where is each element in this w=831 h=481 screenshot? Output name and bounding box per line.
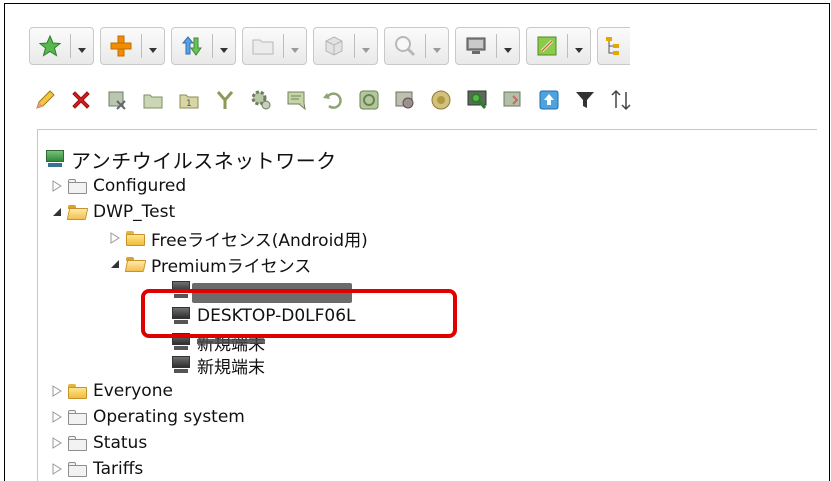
group-icon[interactable] [139, 86, 167, 114]
antivirus-network-panel: 1 アンチウイルスネットワーク Configured DWP_Test Free… [4, 3, 830, 481]
favorites-dropdown-button[interactable] [29, 27, 94, 65]
open-folder-icon [66, 204, 89, 220]
chevron-down-icon[interactable] [497, 28, 519, 64]
folder-icon [68, 435, 87, 451]
chevron-down-icon[interactable] [213, 28, 235, 64]
plus-icon [101, 28, 141, 64]
tree-item-everyone[interactable]: Everyone [50, 379, 173, 403]
chevron-down-icon[interactable] [568, 28, 590, 64]
tree-item-label: Everyone [93, 381, 173, 401]
tree-item-configured[interactable]: Configured [50, 174, 186, 198]
add-dropdown-button[interactable] [100, 27, 165, 65]
tree-item-label: DWP_Test [93, 202, 176, 222]
settings-icon[interactable] [247, 86, 275, 114]
import-export-dropdown-button[interactable] [171, 27, 236, 65]
expand-arrow-icon[interactable] [108, 231, 122, 245]
merge-icon[interactable] [211, 86, 239, 114]
expand-arrow-icon[interactable] [50, 179, 64, 193]
collapse-arrow-icon[interactable] [108, 257, 122, 271]
open-folder-icon [124, 256, 147, 272]
folder-dropdown-button[interactable] [242, 27, 307, 65]
tree-item-label: Freeライセンス(Android用) [151, 230, 368, 251]
tree-root[interactable]: アンチウイルスネットワーク [45, 147, 337, 173]
tree-item-operating-system[interactable]: Operating system [50, 405, 245, 429]
scan-icon[interactable] [463, 86, 491, 114]
folder-icon [68, 461, 87, 477]
station-dropdown-button[interactable] [455, 27, 520, 65]
edit-dropdown-button[interactable] [526, 27, 591, 65]
collapse-arrow-icon[interactable] [50, 205, 64, 219]
update-icon[interactable] [355, 86, 383, 114]
chevron-down-icon[interactable] [71, 28, 93, 64]
tree-layout-button[interactable] [597, 27, 630, 65]
remove-filter-icon[interactable] [103, 86, 131, 114]
chevron-down-icon[interactable] [426, 28, 448, 64]
chevron-down-icon[interactable] [142, 28, 164, 64]
svg-text:1: 1 [186, 99, 192, 109]
star-icon [30, 28, 70, 64]
tree-root-label: アンチウイルスネットワーク [71, 148, 337, 173]
tree-item-label: Premiumライセンス [151, 256, 312, 277]
restore-icon[interactable] [319, 86, 347, 114]
component-dropdown-button[interactable] [313, 27, 378, 65]
expand-arrow-icon[interactable] [50, 462, 64, 476]
expand-arrow-icon[interactable] [50, 384, 64, 398]
delete-icon[interactable] [67, 86, 95, 114]
tree-item-label: Operating system [93, 407, 245, 427]
folder-icon [68, 409, 87, 425]
virus-icon[interactable] [391, 86, 419, 114]
main-toolbar [29, 27, 630, 67]
filter-icon[interactable] [571, 86, 599, 114]
message-icon[interactable] [283, 86, 311, 114]
tree-item-label: 新規端末 [197, 357, 265, 378]
import-export-icon [172, 28, 212, 64]
expand-arrow-icon[interactable] [50, 410, 64, 424]
chevron-down-icon[interactable] [355, 28, 377, 64]
cube-icon [314, 28, 354, 64]
history-icon[interactable] [499, 86, 527, 114]
tree-item-status[interactable]: Status [50, 431, 147, 455]
group-one-icon[interactable]: 1 [175, 86, 203, 114]
folder-icon [68, 383, 87, 399]
sort-icon[interactable] [607, 86, 635, 114]
monitor-icon [456, 28, 496, 64]
computer-icon [171, 356, 191, 374]
upload-icon[interactable] [535, 86, 563, 114]
tree-item-free-license[interactable]: Freeライセンス(Android用) [108, 226, 368, 251]
chevron-down-icon[interactable] [284, 28, 306, 64]
search-icon [385, 28, 425, 64]
expand-arrow-icon[interactable] [50, 436, 64, 450]
search-dropdown-button[interactable] [384, 27, 449, 65]
folder-icon [126, 230, 145, 246]
tree-layout-icon [598, 28, 630, 64]
tree-item-tariffs[interactable]: Tariffs [50, 457, 143, 481]
tree-item-label: Configured [93, 176, 187, 196]
action-toolbar: 1 [31, 84, 635, 116]
edit-doc-icon [527, 28, 567, 64]
highlight-box [141, 289, 457, 338]
folder-icon [243, 28, 283, 64]
tree-item-new-terminal[interactable]: 新規端末 [171, 353, 265, 378]
network-icon [45, 150, 65, 168]
tree-item-dwp-test[interactable]: DWP_Test [50, 200, 175, 224]
shield-icon[interactable] [427, 86, 455, 114]
folder-icon [68, 178, 87, 194]
pencil-icon[interactable] [31, 86, 59, 114]
tree-item-label: Status [93, 433, 148, 453]
tree-item-label: Tariffs [93, 459, 144, 479]
tree-item-premium-license[interactable]: Premiumライセンス [108, 252, 312, 277]
